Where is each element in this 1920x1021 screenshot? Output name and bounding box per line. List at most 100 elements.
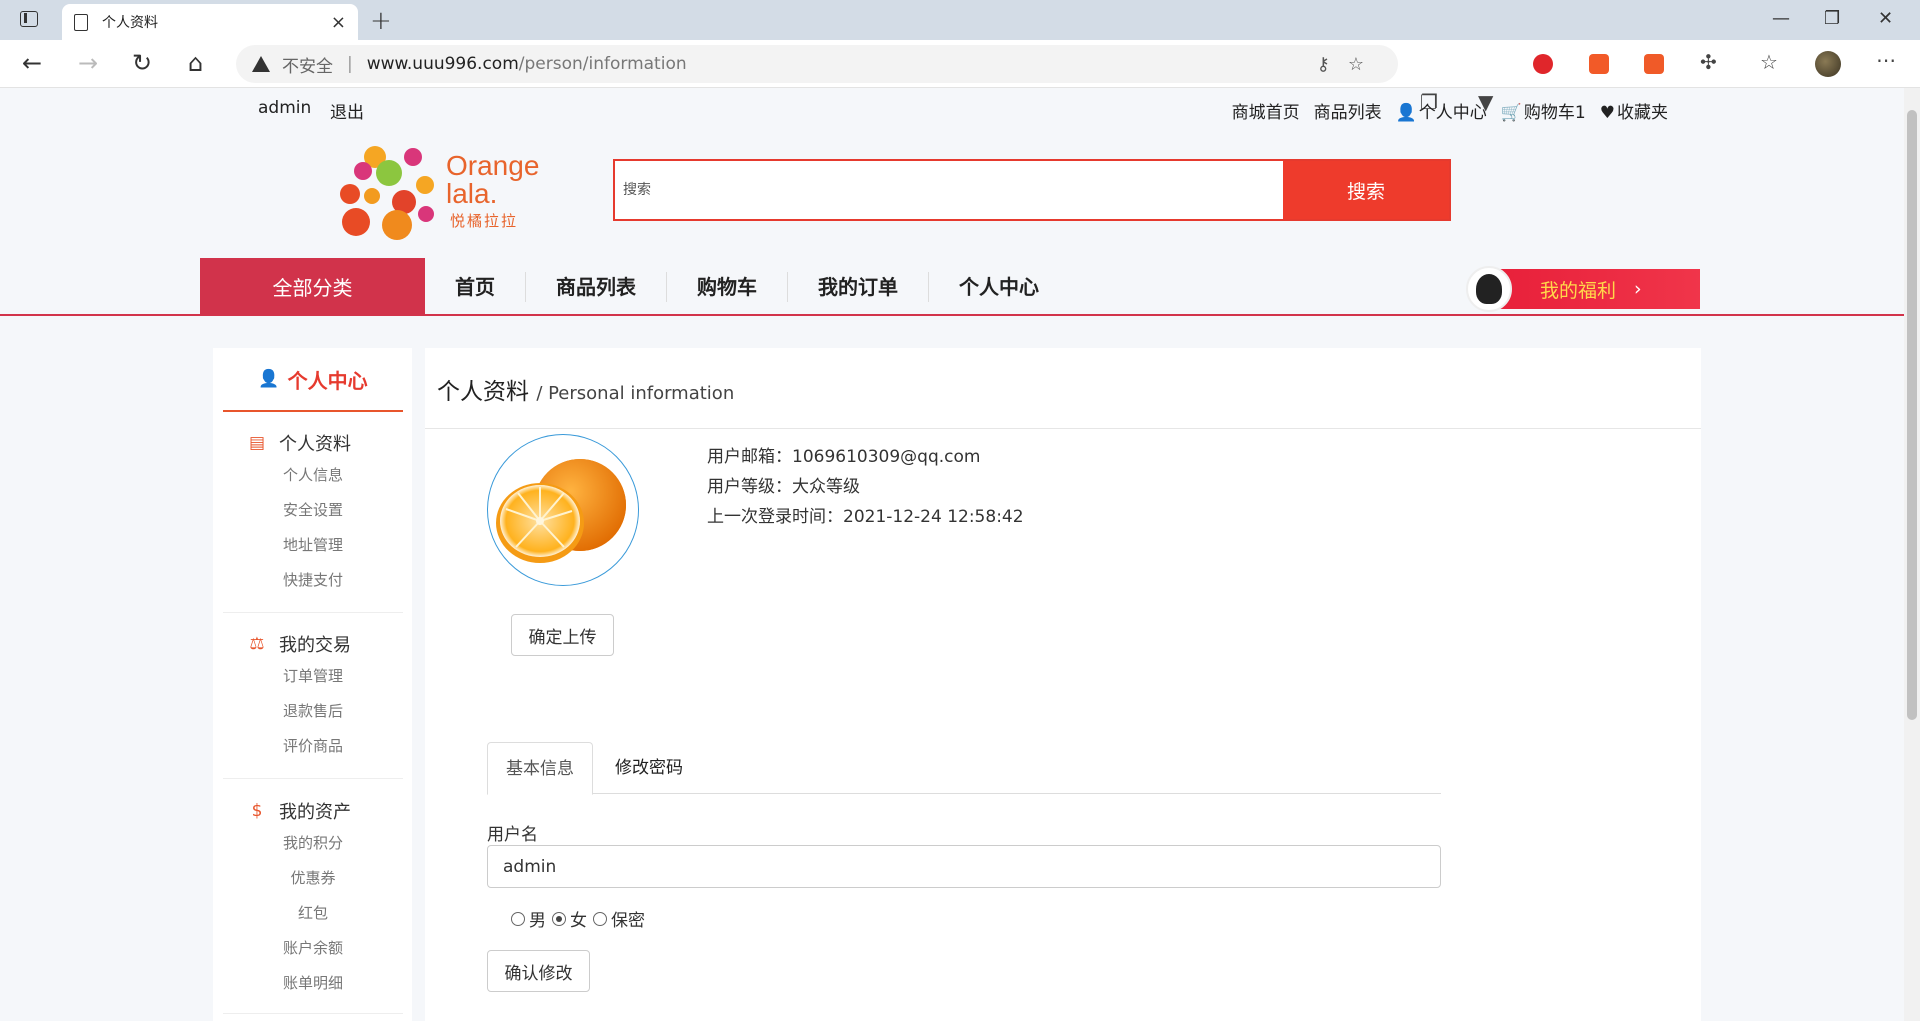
tab-basic-info[interactable]: 基本信息 <box>487 742 593 795</box>
sidebar-group-label: 我的资产 <box>279 802 351 823</box>
url-path: /person/information <box>518 54 687 74</box>
gender-radio-female[interactable] <box>552 911 566 926</box>
last-login-row: 上一次登录时间：2021-12-24 12:58:42 <box>707 502 1024 532</box>
sidebar-group-label: 我的交易 <box>279 635 351 656</box>
logo-line2: lala. <box>446 178 498 209</box>
sidebar-item-refunds[interactable]: 退款售后 <box>223 694 403 729</box>
sidebar-item-personal-info[interactable]: 个人信息 <box>223 458 403 493</box>
logo-dot <box>382 210 412 240</box>
username-input[interactable] <box>487 845 1441 888</box>
logo-text: Orange lala. <box>446 152 539 208</box>
confirm-modify-button[interactable]: 确认修改 <box>487 950 590 992</box>
sidebar-item-coupons[interactable]: 优惠券 <box>223 861 403 896</box>
adblock-icon[interactable] <box>1533 54 1553 74</box>
nav-item-cart[interactable]: 购物车 <box>667 272 788 302</box>
sidebar-item-quick-pay[interactable]: 快捷支付 <box>223 563 403 598</box>
chevron-right-icon: › <box>1634 278 1642 300</box>
nav-item-home[interactable]: 首页 <box>425 272 526 302</box>
favorites-icon[interactable]: ☆ <box>1760 50 1778 74</box>
sidebar-item-bills[interactable]: 账单明细 <box>223 966 403 1001</box>
home-icon[interactable]: ⌂ <box>188 48 203 78</box>
username-label: 用户名 <box>487 825 538 845</box>
page-title: 个人资料 / Personal information <box>437 372 734 406</box>
back-icon[interactable]: ← <box>22 48 42 78</box>
sidebar-item-red-packets[interactable]: 红包 <box>223 896 403 931</box>
level-row: 用户等级：大众等级 <box>707 472 1024 502</box>
minimize-button[interactable]: — <box>1772 8 1790 29</box>
more-menu-icon[interactable]: ⋯ <box>1876 48 1896 72</box>
url-field[interactable]: 不安全 | www.uuu996.com/person/information … <box>236 45 1398 83</box>
welfare-bar: 我的福利 › <box>1496 269 1700 309</box>
user-avatar[interactable] <box>487 434 639 586</box>
gender-label-female: 女 <box>570 911 587 931</box>
tab-actions-icon[interactable] <box>20 11 38 27</box>
close-window-button[interactable]: ✕ <box>1878 8 1893 29</box>
sidebar-group-title[interactable]: ⚖ 我的交易 <box>223 629 403 659</box>
page-scrollbar[interactable] <box>1904 88 1920 1021</box>
logo-dot <box>354 162 372 180</box>
gender-radio-secret[interactable] <box>593 911 607 926</box>
sidebar-group-assets: $ 我的资产 我的积分 优惠券 红包 账户余额 账单明细 <box>223 796 403 1001</box>
top-link-favorites[interactable]: ♥ 收藏夹 <box>1600 98 1668 123</box>
favorite-add-icon[interactable]: ☆ <box>1348 54 1382 75</box>
sidebar-item-security[interactable]: 安全设置 <box>223 493 403 528</box>
security-label: 不安全 <box>282 56 333 77</box>
scrollbar-thumb[interactable] <box>1907 110 1917 720</box>
new-tab-button[interactable]: + <box>370 6 392 36</box>
key-icon[interactable]: ⚷ <box>1317 54 1348 75</box>
user-icon: 👤 <box>258 369 280 389</box>
email-label: 用户邮箱： <box>707 447 792 467</box>
top-link-favorites-label: 收藏夹 <box>1617 103 1668 123</box>
profile-avatar[interactable] <box>1815 51 1841 77</box>
my-welfare-button[interactable]: 我的福利 › <box>1466 266 1700 312</box>
profile-panel: 个人资料 / Personal information 确定上传 用户邮箱：10… <box>425 348 1701 1021</box>
logout-link[interactable]: 退出 <box>330 98 364 123</box>
email-value: 1069610309@qq.com <box>792 447 981 467</box>
sidebar-item-balance[interactable]: 账户余额 <box>223 931 403 966</box>
nav-item-user-center[interactable]: 个人中心 <box>929 272 1069 302</box>
all-categories-button[interactable]: 全部分类 <box>200 258 425 315</box>
sidebar-item-reviews[interactable]: 评价商品 <box>223 729 403 764</box>
top-link-cart-label: 购物车1 <box>1523 103 1586 123</box>
extensions-icon[interactable]: ✣ <box>1700 50 1717 74</box>
top-link-products[interactable]: 商品列表 <box>1314 98 1382 123</box>
orange-image <box>496 459 626 563</box>
browser-tab-active[interactable]: 个人资料 × <box>62 4 358 40</box>
reload-icon[interactable]: ↻ <box>132 48 152 78</box>
welfare-label: 我的福利 <box>1540 279 1617 302</box>
json-icon[interactable] <box>1644 54 1664 74</box>
url-separator: | <box>347 54 353 74</box>
sidebar-title[interactable]: 👤 个人中心 <box>223 348 403 412</box>
nav-item-orders[interactable]: 我的订单 <box>788 272 929 302</box>
email-row: 用户邮箱：1069610309@qq.com <box>707 442 1024 472</box>
gender-radio-male[interactable] <box>511 911 525 926</box>
top-link-user-center[interactable]: 👤 个人中心 <box>1396 98 1487 123</box>
sidebar-item-address[interactable]: 地址管理 <box>223 528 403 563</box>
url-actions: ⚷☆ <box>1317 54 1382 75</box>
id-card-icon: ▤ <box>248 433 266 453</box>
sidebar-group-title[interactable]: $ 我的资产 <box>223 796 403 826</box>
top-links: 商城首页 商品列表 👤 个人中心 🛒 购物车1 ♥ 收藏夹 <box>1232 98 1668 123</box>
site-logo[interactable]: Orange lala. 悦橘拉拉 <box>334 140 544 240</box>
sidebar-item-points[interactable]: 我的积分 <box>223 826 403 861</box>
sidebar-group-title[interactable]: ▤ 个人资料 <box>223 428 403 458</box>
search-button[interactable]: 搜索 <box>1283 161 1449 219</box>
forward-icon[interactable]: → <box>78 48 98 78</box>
tab-close-icon[interactable]: × <box>331 12 346 33</box>
search-input[interactable] <box>615 161 1285 219</box>
document-icon <box>74 13 88 31</box>
browser-tab-bar: 个人资料 × + — ❐ ✕ <box>0 0 1920 40</box>
sidebar-item-orders[interactable]: 订单管理 <box>223 659 403 694</box>
title-divider <box>425 428 1701 429</box>
upload-avatar-button[interactable]: 确定上传 <box>511 614 614 656</box>
tab-change-password[interactable]: 修改密码 <box>597 742 701 795</box>
maximize-button[interactable]: ❐ <box>1824 8 1840 29</box>
csdn-icon[interactable] <box>1589 54 1609 74</box>
username-link[interactable]: admin <box>258 98 311 118</box>
top-link-home[interactable]: 商城首页 <box>1232 98 1300 123</box>
top-link-cart[interactable]: 🛒 购物车1 <box>1501 98 1586 123</box>
level-label: 用户等级： <box>707 477 792 497</box>
address-bar-row: ← → ↻ ⌂ 不安全 | www.uuu996.com/person/info… <box>0 40 1920 114</box>
nav-item-products[interactable]: 商品列表 <box>526 272 667 302</box>
user-icon: 👤 <box>1395 103 1417 123</box>
